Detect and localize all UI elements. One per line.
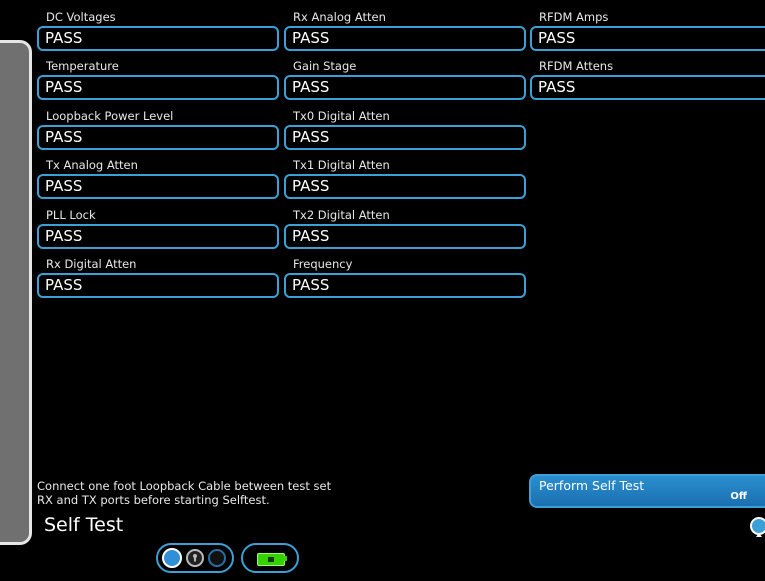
perform-self-test-state: Off [730, 491, 747, 502]
result-value: PASS [284, 75, 526, 100]
result-value: PASS [37, 75, 279, 100]
result-label: Temperature [46, 59, 119, 73]
result-value: PASS [284, 224, 526, 249]
result-value: PASS [37, 273, 279, 298]
result-label: Tx0 Digital Atten [293, 109, 390, 123]
mode-inactive-indicator-icon [208, 549, 226, 567]
result-value: PASS [284, 26, 526, 51]
result-label: Frequency [293, 257, 353, 271]
battery-status[interactable] [241, 543, 299, 573]
result-rx-digital-atten: Rx Digital Atten PASS [37, 257, 279, 298]
result-temperature: Temperature PASS [37, 59, 279, 100]
battery-tip-icon [284, 556, 287, 561]
result-rfdm-attens: RFDM Attens PASS [530, 59, 765, 100]
result-value: PASS [37, 125, 279, 150]
result-tx0-digital-atten: Tx0 Digital Atten PASS [284, 109, 526, 150]
result-value: PASS [37, 26, 279, 51]
result-label: DC Voltages [46, 10, 116, 24]
result-label: Tx1 Digital Atten [293, 158, 390, 172]
result-label: Rx Analog Atten [293, 10, 386, 24]
result-value: PASS [284, 125, 526, 150]
key-icon [186, 549, 204, 567]
result-label: Gain Stage [293, 59, 357, 73]
result-label: Tx Analog Atten [46, 158, 138, 172]
result-value: PASS [530, 26, 765, 51]
result-value: PASS [284, 174, 526, 199]
result-gain-stage: Gain Stage PASS [284, 59, 526, 100]
result-value: PASS [284, 273, 526, 298]
instruction-text: Connect one foot Loopback Cable between … [37, 479, 367, 507]
result-value: PASS [37, 224, 279, 249]
result-label: RFDM Attens [539, 59, 614, 73]
result-dc-voltages: DC Voltages PASS [37, 10, 279, 51]
result-label: Rx Digital Atten [46, 257, 137, 271]
result-loopback-power-level: Loopback Power Level PASS [37, 109, 279, 150]
perform-self-test-button[interactable]: Perform Self Test Off [529, 474, 765, 508]
result-label: PLL Lock [46, 208, 96, 222]
mode-active-indicator-icon [162, 548, 182, 568]
result-value: PASS [37, 174, 279, 199]
instruction-line-2: RX and TX ports before starting Selftest… [37, 493, 270, 507]
result-pll-lock: PLL Lock PASS [37, 208, 279, 249]
result-tx2-digital-atten: Tx2 Digital Atten PASS [284, 208, 526, 249]
result-label: RFDM Amps [539, 10, 609, 24]
chevron-up-icon [755, 523, 763, 537]
result-rx-analog-atten: Rx Analog Atten PASS [284, 10, 526, 51]
result-frequency: Frequency PASS [284, 257, 526, 298]
instruction-line-1: Connect one foot Loopback Cable between … [37, 479, 332, 493]
result-tx1-digital-atten: Tx1 Digital Atten PASS [284, 158, 526, 199]
scroll-up-button[interactable] [750, 517, 765, 537]
mode-toggle-switch[interactable] [156, 543, 234, 573]
perform-self-test-label: Perform Self Test [539, 478, 645, 493]
page-title: Self Test [44, 514, 124, 536]
result-rfdm-amps: RFDM Amps PASS [530, 10, 765, 51]
result-label: Loopback Power Level [46, 109, 174, 123]
result-label: Tx2 Digital Atten [293, 208, 390, 222]
result-value: PASS [530, 75, 765, 100]
battery-icon [257, 553, 285, 566]
result-tx-analog-atten: Tx Analog Atten PASS [37, 158, 279, 199]
left-side-panel-handle[interactable] [0, 40, 32, 545]
